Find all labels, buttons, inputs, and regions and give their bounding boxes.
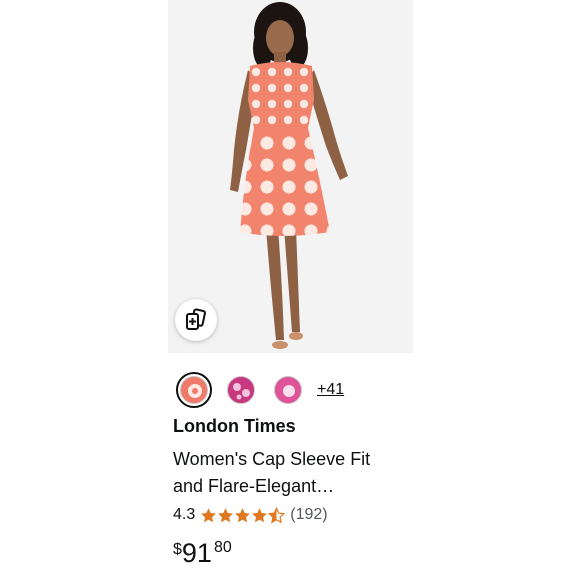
product-title-line-1: Women's Cap Sleeve Fit [173,449,371,469]
product-card: +41 London Times Women's Cap Sleeve Fit … [0,0,580,580]
star-icon [218,507,234,522]
swatch-pink-dot-fill [274,376,302,404]
star-icon [201,507,217,522]
half-star-icon [268,506,286,523]
swatch-coral[interactable] [176,372,212,408]
swatch-magenta-floral[interactable] [223,372,259,408]
star-icon [252,507,268,522]
star-icon [235,507,251,522]
product-title[interactable]: Women's Cap Sleeve Fit and Flare-Elegant… [173,446,413,500]
swatch-coral-dot [180,376,208,404]
rating-row[interactable]: 4.3 (192) [173,506,328,524]
more-colors-link[interactable]: +41 [317,381,344,399]
review-count: (192) [290,506,328,523]
price-symbol: $ [173,541,182,558]
rating-value: 4.3 [173,506,196,523]
brand-name[interactable]: London Times [173,416,296,437]
swatch-pink-dot[interactable] [270,372,306,408]
compare-cards-icon [186,308,206,330]
star-rating [200,506,286,524]
swatch-magenta-dot [227,376,255,404]
color-swatches: +41 [176,372,344,408]
price-whole: 91 [181,538,212,568]
product-title-line-2: and Flare-Elegant… [173,476,335,496]
compare-button[interactable] [175,299,217,341]
price-fraction: 80 [213,539,232,556]
price: $ 91 80 [173,538,232,568]
